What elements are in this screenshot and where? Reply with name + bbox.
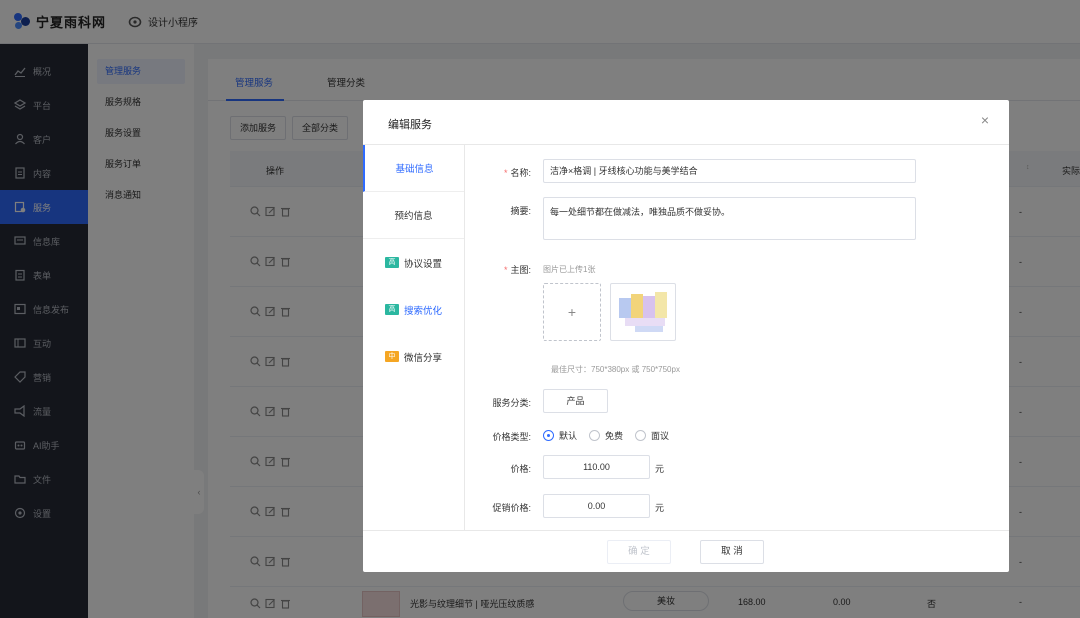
category-label: 服务分类: — [492, 398, 531, 408]
price-type-negotiable-radio[interactable]: 面议 — [635, 429, 669, 442]
tab-booking-info-label: 预约信息 — [394, 211, 433, 222]
basic-info-form: * 名称: 洁净×格调 | 牙线核心功能与美学结合 摘要: 每一处细节都在做减法，… — [465, 145, 1009, 530]
price-label: 价格: — [510, 464, 531, 474]
tab-agreement[interactable]: 高 协议设置 — [363, 239, 464, 286]
name-input[interactable]: 洁净×格调 | 牙线核心功能与美学结合 — [543, 159, 916, 183]
category-select[interactable]: 产品 — [543, 389, 608, 413]
dialog-side-tabs: 基础信息 预约信息 高 协议设置 高 搜索优化 中 微信分享 — [363, 145, 465, 530]
promo-price-label: 促销价格: — [492, 503, 531, 513]
price-type-free-radio[interactable]: 免费 — [589, 429, 623, 442]
close-icon[interactable]: × — [981, 112, 989, 128]
uploaded-image-thumbnail[interactable] — [610, 283, 676, 341]
summary-textarea[interactable]: 每一处细节都在做减法，唯独品质不做妥协。 — [543, 197, 916, 240]
image-upload-button[interactable]: + — [543, 283, 601, 341]
level-high-icon: 高 — [384, 257, 399, 268]
level-high-icon: 高 — [384, 304, 399, 315]
price-input[interactable]: 110.00 — [543, 455, 650, 479]
dialog-title: 编辑服务 — [388, 119, 432, 131]
plus-icon: + — [567, 304, 577, 320]
image-upload-hint: 图片已上传1张 — [543, 265, 596, 274]
radio-checked-icon — [543, 430, 554, 441]
main-image-label: * 主图: — [503, 265, 531, 275]
image-size-hint: 最佳尺寸：750*380px 或 750*750px — [551, 365, 680, 374]
tab-basic-info[interactable]: 基础信息 — [363, 145, 464, 192]
price-type-default-radio[interactable]: 默认 — [543, 429, 577, 442]
cancel-button[interactable]: 取 消 — [700, 540, 764, 564]
tab-wechat-share[interactable]: 中 微信分享 — [363, 333, 464, 380]
price-type-label: 价格类型: — [492, 432, 531, 442]
level-medium-icon: 中 — [384, 351, 399, 362]
radio-icon — [635, 430, 646, 441]
price-unit: 元 — [655, 464, 665, 474]
summary-label: 摘要: — [510, 206, 531, 216]
edit-service-dialog: 编辑服务 × 基础信息 预约信息 高 协议设置 高 搜索优化 中 微信分享 * 名… — [363, 100, 1009, 572]
tab-basic-info-label: 基础信息 — [395, 164, 434, 175]
tab-seo[interactable]: 高 搜索优化 — [363, 286, 464, 333]
tab-wechat-share-label: 微信分享 — [403, 352, 442, 364]
radio-icon — [589, 430, 600, 441]
name-label: * 名称: — [503, 168, 531, 178]
tab-seo-label: 搜索优化 — [403, 305, 442, 317]
dialog-header: 编辑服务 × — [363, 100, 1009, 145]
dialog-footer: 确 定 取 消 — [363, 530, 1009, 572]
confirm-button[interactable]: 确 定 — [607, 540, 671, 564]
tab-agreement-label: 协议设置 — [403, 258, 442, 270]
promo-price-unit: 元 — [655, 503, 665, 513]
promo-price-input[interactable]: 0.00 — [543, 494, 650, 518]
tab-booking-info[interactable]: 预约信息 — [363, 192, 464, 239]
